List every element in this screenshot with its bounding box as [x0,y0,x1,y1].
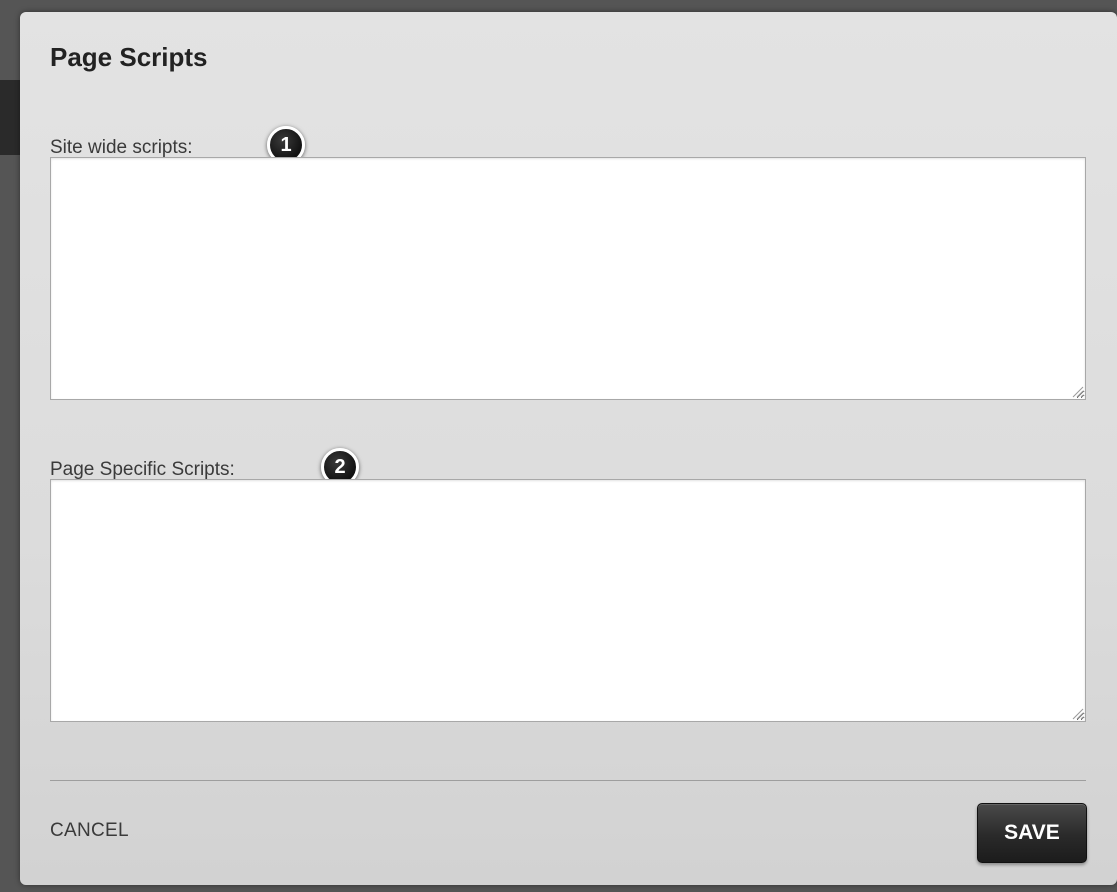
site-wide-scripts-label: Site wide scripts: [50,137,193,158]
site-wide-scripts-textarea[interactable] [50,157,1086,400]
cancel-button[interactable]: CANCEL [50,820,129,842]
footer-divider [50,780,1086,781]
page-specific-scripts-label: Page Specific Scripts: [50,459,235,480]
page-specific-scripts-textarea[interactable] [50,479,1086,722]
page-scripts-dialog: Page Scripts Site wide scripts: 1 Page S… [20,12,1117,885]
save-button[interactable]: SAVE [977,803,1087,863]
dialog-title: Page Scripts [50,42,208,72]
